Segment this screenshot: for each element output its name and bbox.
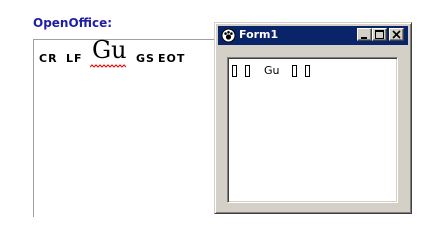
title-bar[interactable]: Form1 xyxy=(218,26,408,45)
spellcheck-underline xyxy=(90,64,126,68)
openoffice-document[interactable]: CR LF Gu GS EOT xyxy=(33,36,220,217)
minimize-icon xyxy=(361,37,367,39)
unrendered-glyph-box xyxy=(305,65,310,77)
token-lf: LF xyxy=(66,52,83,65)
unrendered-glyph-box xyxy=(232,65,237,77)
token-eot: EOT xyxy=(158,52,186,65)
token-gu: Gu xyxy=(92,36,127,64)
form1-window[interactable]: Form1 Gu xyxy=(214,22,412,214)
form-textbox[interactable]: Gu xyxy=(227,57,398,203)
token-cr: CR xyxy=(39,52,58,65)
maximize-button[interactable] xyxy=(372,28,387,41)
token-gs: GS xyxy=(136,52,155,65)
window-title: Form1 xyxy=(239,28,279,41)
close-icon xyxy=(392,30,401,39)
openoffice-heading: OpenOffice: xyxy=(33,16,113,30)
textbox-text: Gu xyxy=(264,64,280,77)
unrendered-glyph-box xyxy=(245,65,250,77)
app-icon[interactable] xyxy=(221,28,236,43)
minimize-button[interactable] xyxy=(357,28,372,41)
close-button[interactable] xyxy=(389,28,404,41)
maximize-icon xyxy=(375,30,384,39)
unrendered-glyph-box xyxy=(292,65,297,77)
